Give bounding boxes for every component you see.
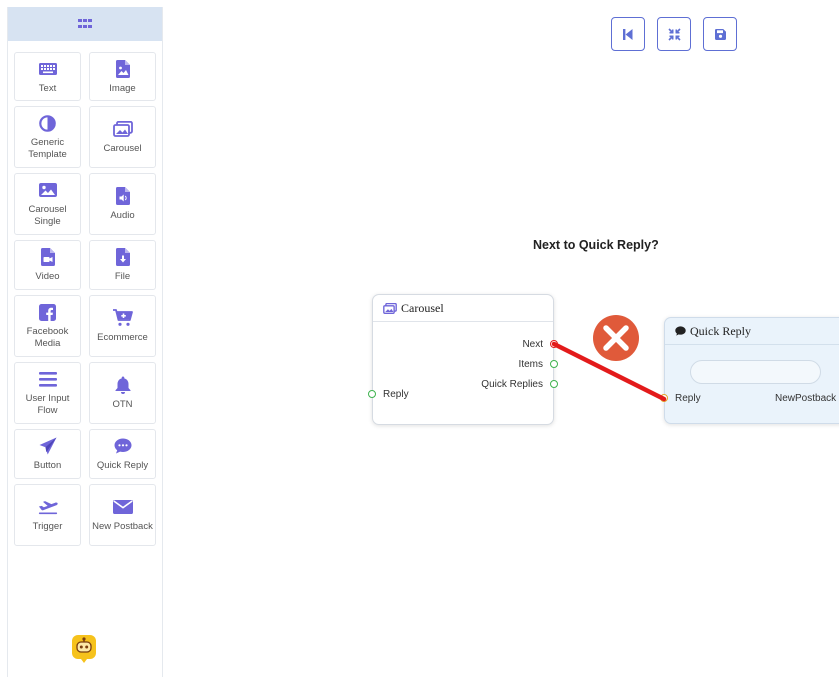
grid-menu-icon[interactable]: [78, 19, 92, 29]
cart-icon: [112, 308, 133, 328]
node-title: Quick Reply: [690, 323, 751, 338]
palette-item-video[interactable]: Video: [14, 240, 81, 290]
compress-icon: [667, 27, 681, 41]
palette-header: [8, 7, 162, 41]
palette-item-label: Carousel Single: [28, 204, 67, 227]
port-quick-replies[interactable]: [550, 380, 558, 388]
port-reply-input[interactable]: [368, 390, 376, 398]
connection-question: Next to Quick Reply?: [533, 238, 659, 252]
keyboard-icon: [38, 59, 58, 79]
audio-file-icon: [113, 186, 133, 206]
paper-plane-icon: [38, 436, 58, 456]
port-items[interactable]: [550, 360, 558, 368]
palette-item-label: User Input Flow: [25, 393, 70, 416]
half-circle-icon: [38, 113, 58, 133]
lines-icon: [38, 369, 58, 389]
error-x-icon[interactable]: [593, 315, 639, 361]
palette-item-facebook-media[interactable]: Facebook Media: [14, 295, 81, 357]
carousel-node[interactable]: Carousel Next Items Quick Replies Reply: [372, 294, 554, 425]
bot-avatar[interactable]: [72, 635, 96, 663]
palette-item-label: Ecommerce: [97, 332, 148, 343]
compress-button[interactable]: [657, 17, 691, 51]
output-label-next: Next: [522, 339, 543, 350]
comment-icon: [675, 326, 686, 336]
palette-item-carousel-single[interactable]: Carousel Single: [14, 173, 81, 235]
image-file-icon: [113, 59, 133, 79]
palette-item-label: Carousel: [103, 143, 142, 154]
image-icon: [38, 180, 58, 200]
plane-departure-icon: [38, 497, 58, 517]
quick-reply-node[interactable]: Quick Reply Reply NewPostback: [664, 317, 839, 424]
palette-item-audio[interactable]: Audio: [89, 173, 156, 235]
quick-reply-text-field[interactable]: [690, 360, 821, 384]
palette-item-label: Button: [33, 460, 62, 471]
output-label-quick-replies: Quick Replies: [481, 379, 543, 390]
save-icon: [714, 28, 726, 40]
node-header: Quick Reply: [665, 318, 839, 345]
palette-item-file[interactable]: File: [89, 240, 156, 290]
palette-item-label: Trigger: [32, 521, 63, 532]
palette-item-label: Image: [109, 82, 136, 94]
palette-item-generic-template[interactable]: Generic Template: [14, 106, 81, 168]
save-button[interactable]: [703, 17, 737, 51]
port-next[interactable]: [550, 340, 558, 348]
palette-item-label: New Postback: [92, 521, 153, 532]
palette-item-label: Video: [35, 271, 60, 282]
palette-item-new-postback[interactable]: New Postback: [89, 484, 156, 546]
node-title: Carousel: [401, 300, 444, 315]
images-icon: [383, 302, 397, 314]
chat-bubble-icon: [113, 436, 133, 456]
palette-item-quick-reply[interactable]: Quick Reply: [89, 429, 156, 479]
palette-item-label: File: [114, 271, 131, 282]
download-file-icon: [113, 247, 133, 267]
output-label-newpostback: NewPostback: [775, 393, 837, 404]
skip-back-button[interactable]: [611, 17, 645, 51]
port-quick-reply-input[interactable]: [660, 394, 668, 402]
palette-item-image[interactable]: Image: [89, 52, 156, 101]
palette-item-user-input-flow[interactable]: User Input Flow: [14, 362, 81, 424]
palette-item-ecommerce[interactable]: Ecommerce: [89, 295, 156, 357]
palette-item-trigger[interactable]: Trigger: [14, 484, 81, 546]
bell-icon: [113, 375, 133, 395]
images-icon: [112, 119, 133, 139]
envelope-icon: [112, 497, 133, 517]
palette-item-label: Audio: [110, 210, 135, 221]
facebook-icon: [38, 302, 58, 322]
video-file-icon: [38, 247, 58, 267]
palette-item-label: Quick Reply: [96, 460, 149, 471]
skip-back-icon: [623, 28, 633, 40]
palette-item-label: Generic Template: [28, 137, 67, 160]
palette-item-label: Text: [38, 82, 57, 94]
palette-item-button[interactable]: Button: [14, 429, 81, 479]
palette-item-label: OTN: [112, 399, 133, 410]
palette-item-label: Facebook Media: [26, 326, 69, 349]
palette-item-otn[interactable]: OTN: [89, 362, 156, 424]
input-label-reply: Reply: [383, 389, 409, 400]
node-palette-sidebar: Text Image Generic Template Carousel Car…: [7, 7, 163, 677]
output-label-items: Items: [518, 359, 543, 370]
input-label-reply: Reply: [675, 393, 701, 404]
robot-icon: [72, 635, 96, 663]
node-header: Carousel: [373, 295, 553, 322]
palette-item-carousel[interactable]: Carousel: [89, 106, 156, 168]
palette-item-text[interactable]: Text: [14, 52, 81, 101]
